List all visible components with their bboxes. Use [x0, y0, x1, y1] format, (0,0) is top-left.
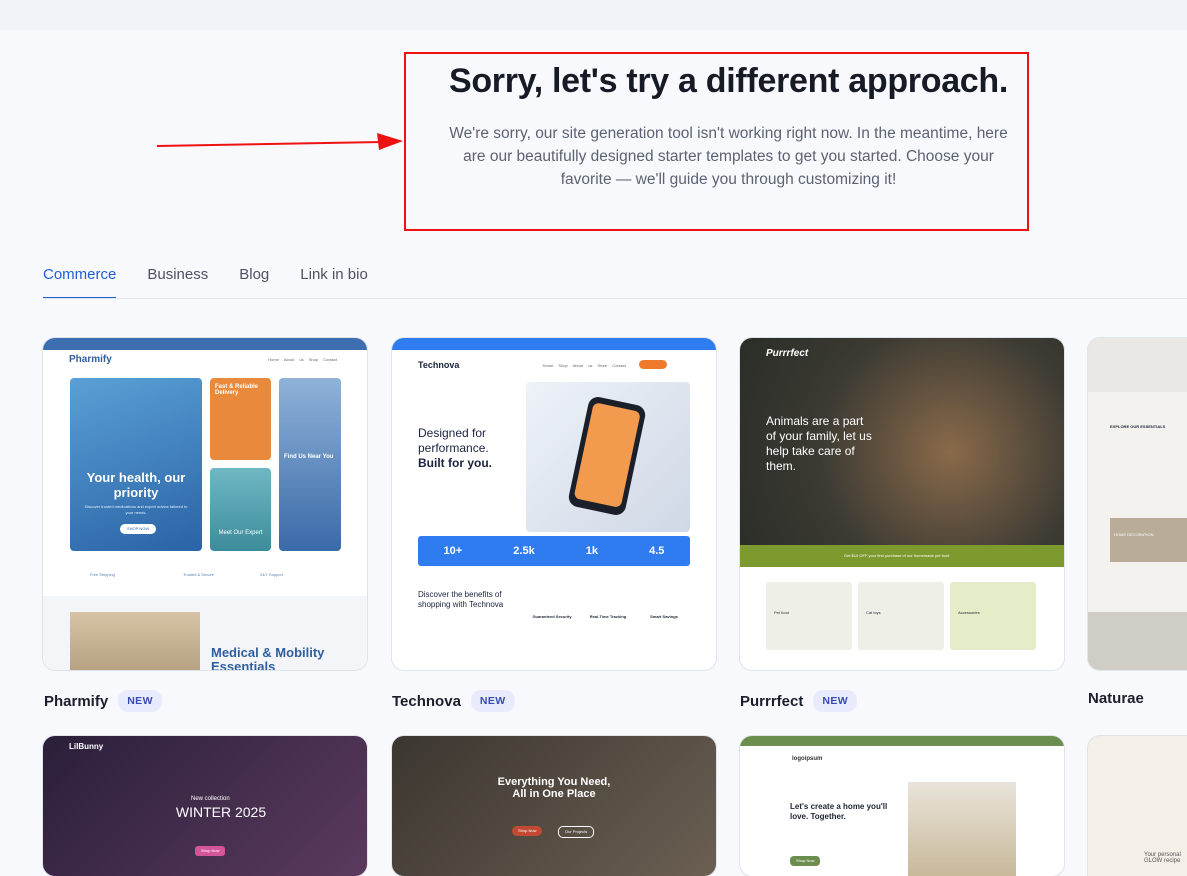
- preview-category-label: Pet food: [774, 610, 789, 615]
- template-card-lilbunny[interactable]: LilBunny New collection WINTER 2025 Shop…: [43, 736, 367, 876]
- preview-category-cat-toys: Cat toys: [858, 582, 944, 650]
- preview-hero-text: Discover trusted medications and expert …: [84, 504, 188, 515]
- tab-business[interactable]: Business: [147, 258, 208, 297]
- template-label-purrrfect: Purrrfect NEW: [740, 690, 858, 712]
- template-name: Technova: [392, 692, 461, 710]
- preview-hero-title-line-1: Designed for performance.: [418, 426, 489, 455]
- preview-hero-image: [908, 782, 1016, 876]
- preview-heading: EXPLORE OUR ESSENTIALS: [1110, 424, 1166, 429]
- preview-hero-image: [526, 382, 690, 532]
- preview-text: Your personal GLOW recipe: [1144, 852, 1181, 864]
- preview-benefit-tracking: Real-Time Tracking: [589, 614, 627, 619]
- preview-nav-button: [639, 360, 667, 369]
- preview-tile-expert: Meet Our Expert: [210, 468, 271, 551]
- template-name: Purrrfect: [740, 692, 804, 710]
- new-badge: NEW: [813, 690, 858, 712]
- preview-hero-title: WINTER 2025: [175, 804, 267, 820]
- preview-nav-links: Home About us Shop Contact: [268, 357, 337, 362]
- announcement-strip: [43, 338, 367, 350]
- top-bar: [0, 0, 1187, 30]
- preview-hero: Your health, our priority Discover trust…: [70, 378, 202, 551]
- preview-hero-title: Your health, our priority: [86, 470, 186, 500]
- tab-commerce[interactable]: Commerce: [43, 258, 117, 299]
- preview-hero-title: Animals are a part of your family, let u…: [766, 414, 872, 473]
- preview-benefits-title: Discover the benefits of shopping with T…: [418, 590, 504, 609]
- new-badge: NEW: [470, 690, 515, 712]
- preview-stats-bar: 10+ 2.5k 1k 4.5: [418, 536, 690, 566]
- template-name: Pharmify: [44, 692, 109, 710]
- preview-logo: logoipsum: [792, 756, 823, 762]
- preview-footer: [1088, 612, 1187, 670]
- preview-hero-button: SHOP NOW: [120, 524, 157, 534]
- preview-promo-bar: Get $10 OFF your first purchase of our h…: [740, 545, 1064, 567]
- template-card-purrrfect[interactable]: Purrrfect Animals are a part of your fam…: [740, 338, 1064, 670]
- template-name: Naturae: [1088, 690, 1144, 707]
- preview-stat: 2.5k: [513, 545, 535, 557]
- preview-logo: LilBunny: [69, 742, 104, 751]
- preview-section: Medical & Mobility Essentials: [43, 596, 367, 670]
- preview-stat: 4.5: [649, 545, 665, 557]
- page-subtitle: We're sorry, our site generation tool is…: [449, 125, 1008, 188]
- preview-feature-support: 24/7 Support: [260, 572, 283, 577]
- preview-benefit-security: Guaranteed Security: [532, 614, 572, 619]
- template-label-technova: Technova NEW: [392, 690, 515, 712]
- preview-category-accessories: Accessories: [950, 582, 1036, 650]
- preview-feature-shipping: Free Shipping: [90, 572, 115, 577]
- preview-logo: Technova: [418, 360, 460, 370]
- template-card-glow[interactable]: Your personal GLOW recipe: [1088, 736, 1187, 876]
- template-card-technova[interactable]: Technova Home Shop About us Store Contac…: [392, 338, 716, 670]
- preview-logo: Purrrfect: [766, 348, 809, 359]
- phone-icon: [566, 395, 648, 517]
- preview-hero-title: Designed for performance. Built for you.: [418, 426, 508, 471]
- preview-tile-delivery-title: Fast & Reliable Delivery: [215, 384, 259, 396]
- page-title: Sorry, let's try a different approach.: [448, 62, 1009, 100]
- preview-hero-title: Let's create a home you'll love. Togethe…: [790, 802, 888, 821]
- template-label-naturae: Naturae: [1088, 690, 1144, 707]
- preview-promo-text: Get $10 OFF your first purchase of our h…: [844, 553, 950, 558]
- preview-tile-expert-title: Meet Our Expert: [218, 530, 263, 536]
- template-card-naturae[interactable]: EXPLORE OUR ESSENTIALS HOME DECORATION: [1088, 338, 1187, 670]
- preview-feature-secure: Trusted & Secure: [183, 572, 214, 577]
- preview-stat: 10+: [443, 545, 463, 557]
- template-card-home[interactable]: logoipsum Let's create a home you'll lov…: [740, 736, 1064, 876]
- preview-kicker: New collection: [191, 796, 230, 802]
- category-tabs: Commerce Business Blog Link in bio: [43, 258, 368, 299]
- announcement-strip: [392, 338, 716, 350]
- preview-secondary-button: Our Projects: [558, 826, 595, 838]
- preview-category-label: Accessories: [958, 610, 980, 615]
- preview-hero-button: Shop Now: [195, 846, 226, 856]
- preview-image-label: HOME DECORATION: [1114, 532, 1154, 537]
- tab-blog[interactable]: Blog: [239, 258, 269, 297]
- template-label-pharmify: Pharmify NEW: [44, 690, 162, 712]
- template-card-pharmify[interactable]: Pharmify Home About us Shop Contact Your…: [43, 338, 367, 670]
- preview-section-title: Medical & Mobility Essentials: [211, 645, 325, 671]
- preview-category-label: Cat toys: [866, 610, 881, 615]
- preview-section-image: [70, 612, 200, 670]
- preview-hero-title: Everything You Need, All in One Place: [497, 776, 611, 800]
- preview-logo: Pharmify: [69, 354, 112, 365]
- preview-benefit-savings: Smart Savings: [650, 614, 678, 619]
- new-badge: NEW: [118, 690, 162, 712]
- preview-tile-find: Find Us Near You: [279, 378, 341, 551]
- template-card-furniture[interactable]: Everything You Need, All in One Place Sh…: [392, 736, 716, 876]
- preview-hero-title-line-2: Built for you.: [418, 456, 492, 470]
- announcement-strip: [740, 736, 1064, 746]
- preview-stat: 1k: [585, 545, 599, 557]
- preview-hero-button: Shop Now: [790, 856, 821, 866]
- annotation-arrow-icon: [156, 133, 403, 150]
- preview-tile-delivery: Fast & Reliable Delivery: [210, 378, 271, 460]
- tabs-divider: [43, 298, 1187, 299]
- preview-image: HOME DECORATION: [1110, 518, 1187, 562]
- preview-nav-links: Home Shop About us Store Contact: [542, 363, 626, 368]
- preview-category-pet-food: Pet food: [766, 582, 852, 650]
- preview-tile-find-title: Find Us Near You: [284, 454, 334, 460]
- preview-hero-button: Shop Now: [512, 826, 543, 836]
- tab-link-in-bio[interactable]: Link in bio: [300, 258, 368, 297]
